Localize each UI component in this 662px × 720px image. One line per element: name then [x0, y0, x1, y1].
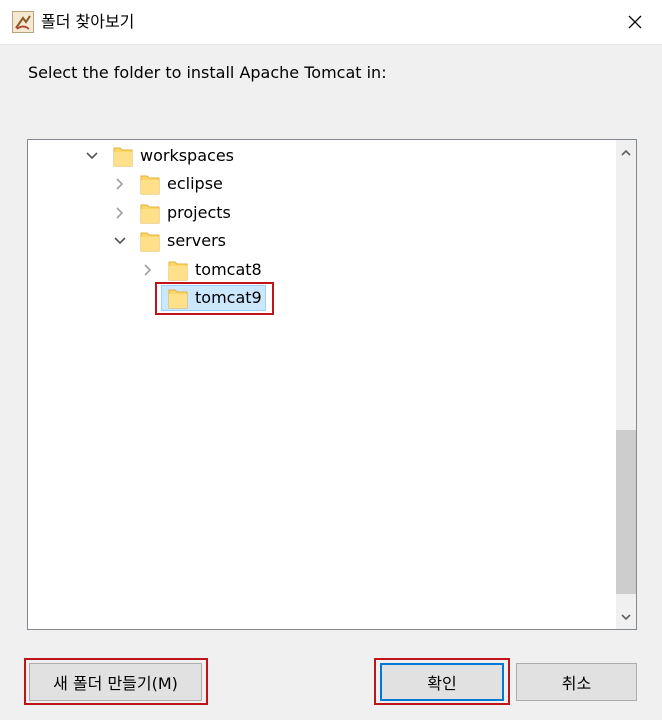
folder-icon: [168, 259, 188, 281]
scroll-up-button[interactable]: [616, 143, 636, 163]
close-icon: [628, 15, 642, 29]
tree-item-label: servers: [167, 231, 226, 250]
tree-item-tomcat9[interactable]: tomcat9: [28, 285, 616, 311]
annotation-highlight-tomcat9: [155, 282, 274, 315]
chevron-down-icon[interactable]: [113, 234, 127, 248]
scroll-thumb[interactable]: [616, 430, 636, 594]
chevron-right-icon[interactable]: [113, 206, 127, 220]
folder-icon: [140, 230, 160, 252]
instruction-text: Select the folder to install Apache Tomc…: [28, 63, 387, 82]
chevron-down-icon[interactable]: [85, 149, 99, 163]
tree-item-label: eclipse: [167, 174, 223, 193]
close-button[interactable]: [618, 6, 652, 38]
title-bar: 폴더 찾아보기: [0, 0, 662, 45]
folder-tree[interactable]: workspaces eclipse projects servers tomc…: [27, 139, 637, 630]
new-folder-button[interactable]: 새 폴더 만들기(M): [29, 663, 202, 701]
folder-icon: [140, 202, 160, 224]
java-coffee-icon: [12, 11, 34, 33]
tree-item-projects[interactable]: projects: [28, 200, 616, 226]
tree-item-servers[interactable]: servers: [28, 228, 616, 254]
tree-item-eclipse[interactable]: eclipse: [28, 171, 616, 197]
chevron-right-icon[interactable]: [113, 177, 127, 191]
window-title: 폴더 찾아보기: [41, 12, 135, 31]
tree-item-label: projects: [167, 203, 231, 222]
ok-button[interactable]: 확인: [380, 663, 504, 701]
tree-item-label: tomcat8: [195, 260, 262, 279]
folder-icon: [113, 145, 133, 167]
chevron-down-icon: [621, 614, 631, 621]
tree-item-workspaces[interactable]: workspaces: [28, 143, 616, 169]
chevron-right-icon[interactable]: [141, 263, 155, 277]
scroll-down-button[interactable]: [616, 607, 636, 627]
tree-item-label: workspaces: [140, 146, 234, 165]
chevron-up-icon: [621, 149, 631, 156]
vertical-scrollbar[interactable]: [616, 140, 636, 629]
folder-icon: [140, 173, 160, 195]
tree-item-tomcat8[interactable]: tomcat8: [28, 257, 616, 283]
cancel-button[interactable]: 취소: [516, 663, 637, 701]
